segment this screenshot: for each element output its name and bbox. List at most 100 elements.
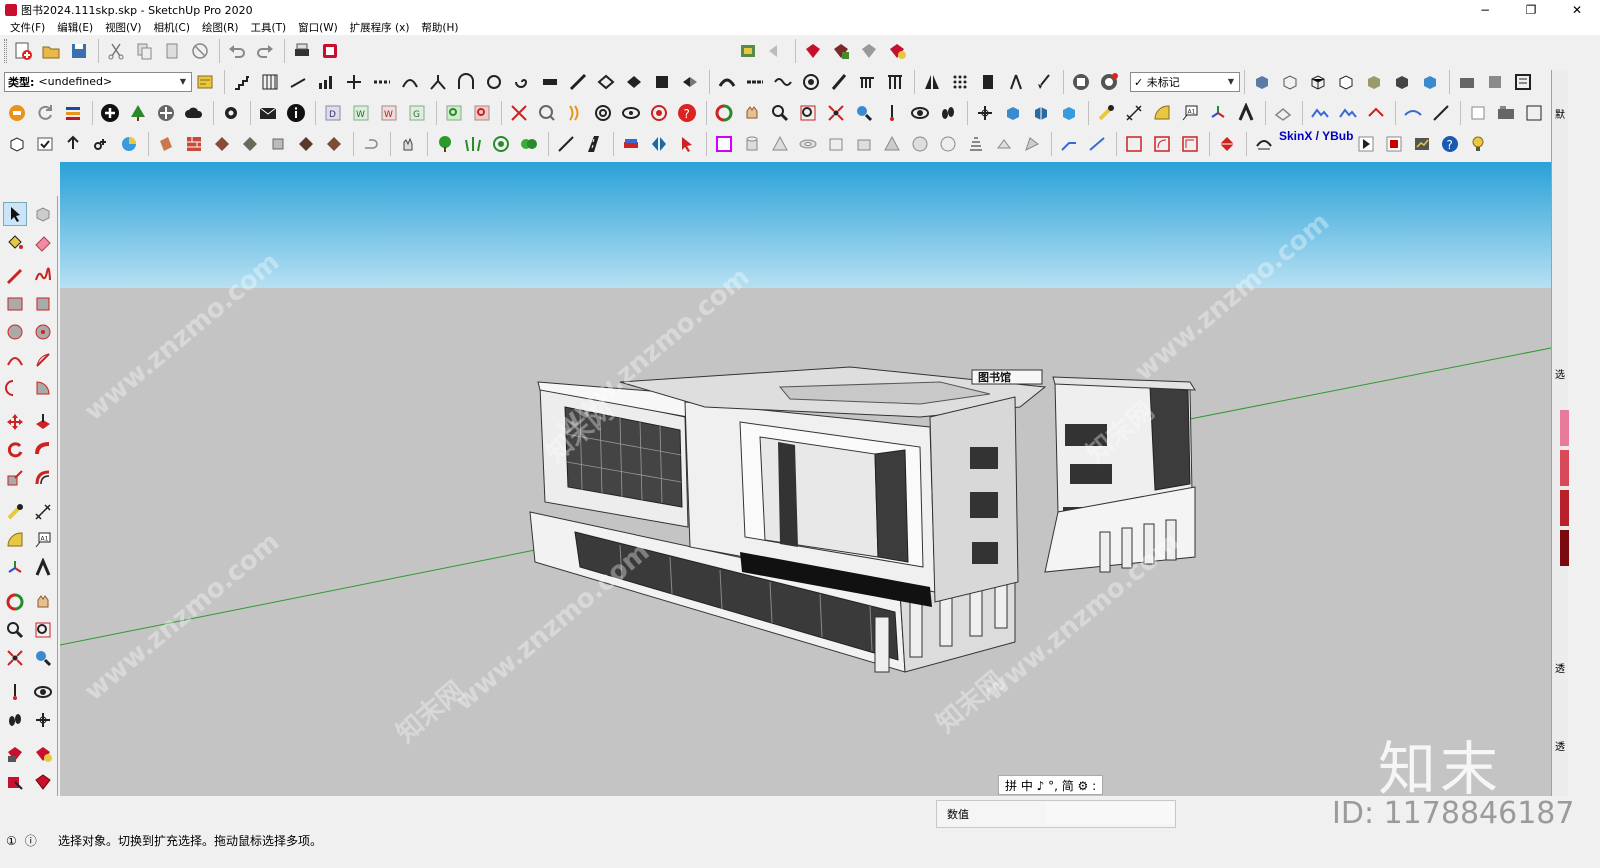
join-icon[interactable] — [1084, 131, 1110, 157]
ruby-gem-icon[interactable] — [31, 770, 55, 794]
tape-measure-icon[interactable] — [1093, 100, 1119, 126]
skin-play-icon[interactable] — [1353, 131, 1379, 157]
tag-combo[interactable]: ✓ 未标记 ▼ — [1130, 71, 1240, 92]
wireframe-style-icon[interactable] — [1305, 69, 1331, 95]
select-cursor-red-icon[interactable] — [674, 131, 700, 157]
curve-tool-icon[interactable] — [397, 69, 423, 95]
dot-grid-icon[interactable] — [947, 69, 973, 95]
layers-stack-icon[interactable] — [60, 100, 86, 126]
paste-icon[interactable] — [159, 38, 185, 64]
polygon-icon[interactable] — [31, 320, 55, 344]
open-folder-icon[interactable] — [38, 38, 64, 64]
drape-icon[interactable] — [1400, 100, 1426, 126]
flip-edge-icon[interactable] — [1465, 100, 1491, 126]
undo-icon[interactable] — [224, 38, 250, 64]
arch-tool-icon[interactable] — [453, 69, 479, 95]
axis-tool-icon[interactable] — [341, 69, 367, 95]
menu-camera[interactable]: 相机(C) — [147, 20, 196, 35]
red-search-icon[interactable] — [469, 100, 495, 126]
zoom-extents-icon[interactable] — [823, 100, 849, 126]
colorwheel-icon[interactable] — [116, 131, 142, 157]
dashed-frame-icon[interactable] — [1121, 131, 1147, 157]
tray-material-swatch[interactable] — [1560, 490, 1569, 526]
record-stop-icon[interactable] — [1381, 131, 1407, 157]
line-pencil-icon[interactable] — [3, 264, 27, 288]
column-tool-icon[interactable] — [882, 69, 908, 95]
pencil-line-icon[interactable] — [553, 131, 579, 157]
move-icon[interactable] — [3, 410, 27, 434]
diamond-red-icon[interactable] — [1214, 131, 1240, 157]
axes-icon[interactable] — [3, 556, 27, 580]
dash-tool-icon[interactable] — [369, 69, 395, 95]
mirror-tool-icon[interactable] — [919, 69, 945, 95]
dome-shape-icon[interactable] — [935, 131, 961, 157]
building-model[interactable]: 图书馆 — [60, 162, 1551, 796]
credits-info-icon[interactable]: ⓘ — [25, 832, 37, 849]
tube-shape-icon[interactable] — [823, 131, 849, 157]
tray-label[interactable]: 透 — [1555, 738, 1567, 753]
paint-tiles-icon[interactable] — [153, 131, 179, 157]
cone-shape-icon[interactable] — [767, 131, 793, 157]
brush-icon[interactable] — [1031, 69, 1057, 95]
tree-icon[interactable] — [125, 100, 151, 126]
tray-label[interactable]: 透 — [1555, 660, 1567, 675]
section-cut-icon[interactable] — [1000, 100, 1026, 126]
smoove-icon[interactable] — [1335, 100, 1361, 126]
eraser-icon[interactable] — [31, 230, 55, 254]
protractor-icon[interactable] — [1149, 100, 1175, 126]
comb-tool-icon[interactable] — [854, 69, 880, 95]
dxf-g-icon[interactable]: G — [404, 100, 430, 126]
redo-icon[interactable] — [252, 38, 278, 64]
upload-icon[interactable] — [60, 131, 86, 157]
erase-icon[interactable] — [187, 38, 213, 64]
help-icon[interactable]: ? — [674, 100, 700, 126]
skinx-ybub-label[interactable]: SkinX / YBub — [1279, 129, 1353, 143]
dxf-d-icon[interactable]: D — [320, 100, 346, 126]
stamp-icon[interactable] — [1363, 100, 1389, 126]
rectangle-frame-icon[interactable] — [711, 131, 737, 157]
zoom-icon[interactable] — [3, 618, 27, 642]
ruby-console-icon[interactable] — [884, 38, 910, 64]
make-component-icon[interactable] — [31, 202, 55, 226]
walk-icon[interactable] — [935, 100, 961, 126]
chart-export-icon[interactable] — [1409, 131, 1435, 157]
flip-tool-icon[interactable] — [677, 69, 703, 95]
tape-measure-icon[interactable] — [3, 500, 27, 524]
arc-select-icon[interactable] — [1251, 131, 1277, 157]
3d-text-icon[interactable] — [1233, 100, 1259, 126]
send-to-layout-icon[interactable] — [3, 770, 27, 794]
lattice-tool-icon[interactable] — [593, 69, 619, 95]
spiral-stair-icon[interactable] — [991, 131, 1017, 157]
ground-texture-icon[interactable] — [321, 131, 347, 157]
sandbox-from-scratch-icon[interactable] — [1307, 100, 1333, 126]
chevron-down-icon[interactable]: ▼ — [1225, 76, 1237, 88]
orbit-icon[interactable] — [3, 590, 27, 614]
display-sections-icon[interactable] — [1056, 100, 1082, 126]
spiral-tool-icon[interactable] — [509, 69, 535, 95]
scale-icon[interactable] — [3, 466, 27, 490]
bulb-icon[interactable] — [1465, 131, 1491, 157]
brick-texture-icon[interactable] — [181, 131, 207, 157]
maximize-button[interactable]: ❐ — [1508, 0, 1554, 19]
tray-toggle-icon[interactable] — [1521, 100, 1547, 126]
materials-icon[interactable] — [1482, 69, 1508, 95]
offset-icon[interactable] — [562, 100, 588, 126]
outliner-icon[interactable] — [1510, 69, 1536, 95]
menu-tools[interactable]: 工具(T) — [244, 20, 292, 35]
menu-window[interactable]: 窗口(W) — [292, 20, 344, 35]
menu-file[interactable]: 文件(F) — [4, 20, 51, 35]
hand-pick-icon[interactable] — [395, 131, 421, 157]
link-icon[interactable] — [88, 131, 114, 157]
sandbox-from-contours-icon[interactable] — [1270, 100, 1296, 126]
fillet-icon[interactable] — [1149, 131, 1175, 157]
rotate-icon[interactable] — [3, 438, 27, 462]
copy-icon[interactable] — [131, 38, 157, 64]
model-info-icon[interactable] — [317, 38, 343, 64]
3d-text-icon[interactable] — [31, 556, 55, 580]
loop-tool-icon[interactable] — [481, 69, 507, 95]
warehouse-icon[interactable] — [735, 38, 761, 64]
zoom-icon[interactable] — [767, 100, 793, 126]
protractor-icon[interactable] — [3, 528, 27, 552]
zoom-extents-icon[interactable] — [3, 646, 27, 670]
search-circle-icon[interactable] — [534, 100, 560, 126]
